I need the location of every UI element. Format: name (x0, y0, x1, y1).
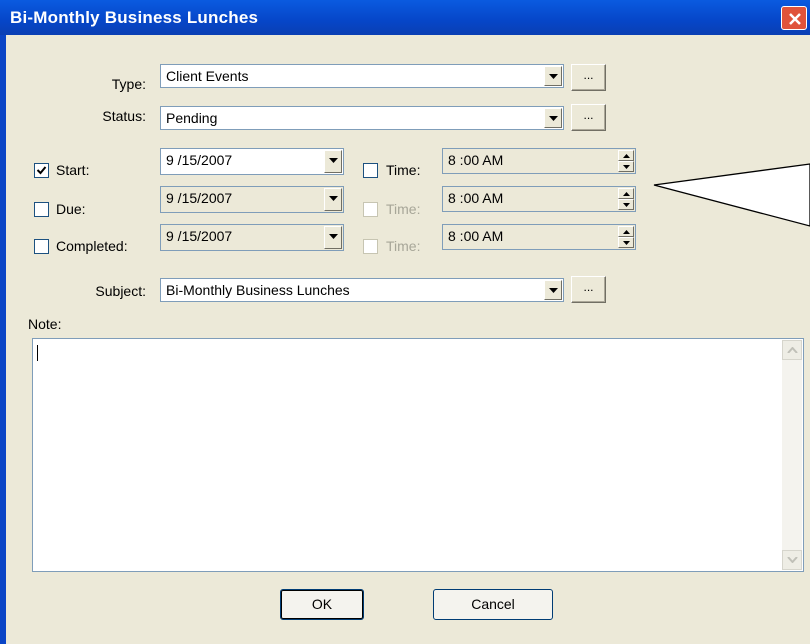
callout-pointer (653, 163, 810, 227)
